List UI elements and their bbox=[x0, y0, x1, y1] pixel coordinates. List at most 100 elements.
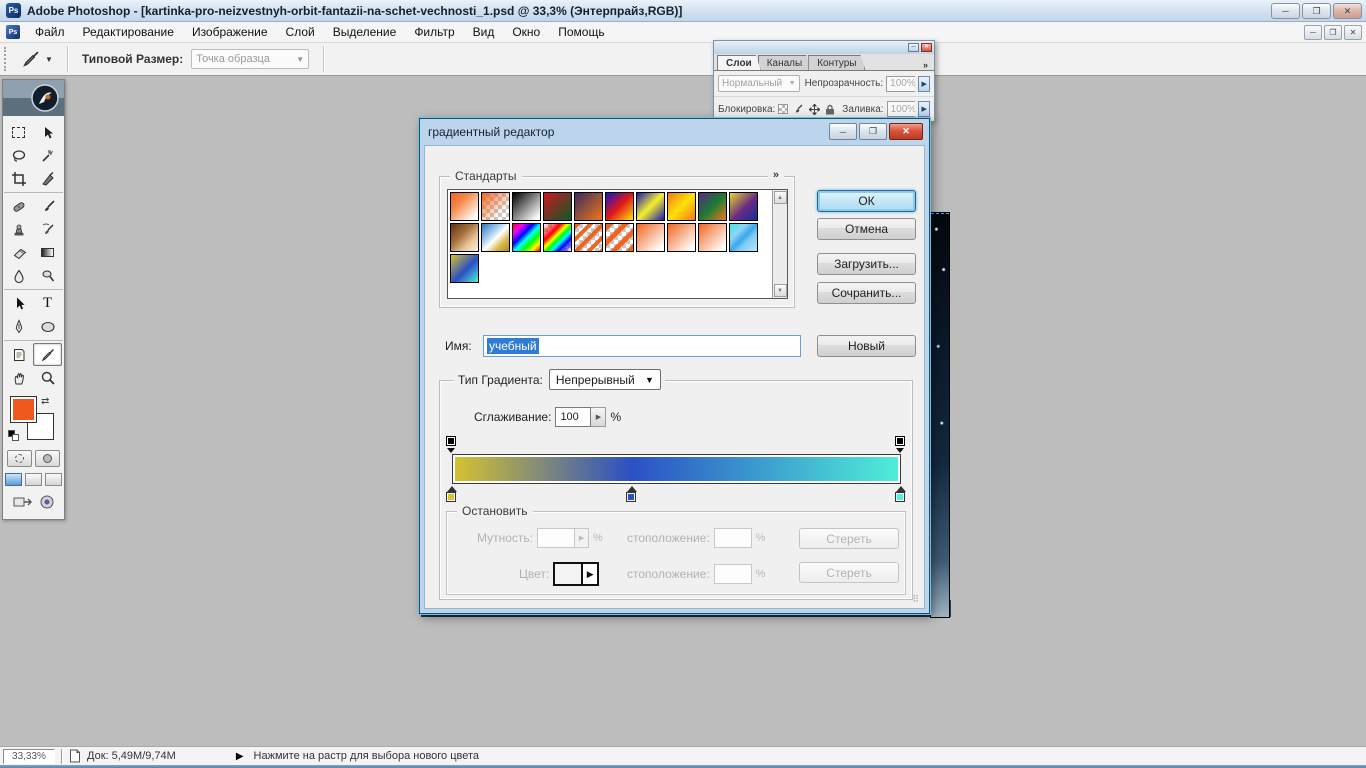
gradient-preset-violet-green-orange[interactable] bbox=[698, 192, 727, 221]
healing-brush-tool[interactable] bbox=[4, 195, 33, 218]
slice-tool[interactable] bbox=[33, 167, 62, 190]
gradient-preset-blue-red-yellow[interactable] bbox=[605, 192, 634, 221]
fullscreen-menubar-mode-button[interactable] bbox=[25, 473, 42, 486]
fullscreen-mode-button[interactable] bbox=[45, 473, 62, 486]
gradient-preset-black-white[interactable] bbox=[512, 192, 541, 221]
gradient-tool[interactable] bbox=[33, 241, 62, 264]
tab-paths[interactable]: Контуры bbox=[808, 55, 865, 70]
menu-item[interactable]: Вид bbox=[464, 23, 504, 41]
gradient-preset-orange-white-3[interactable] bbox=[667, 223, 696, 252]
gradient-type-dropdown[interactable]: Непрерывный ▼ bbox=[548, 369, 661, 390]
preset-scrollbar[interactable]: ▲ ▼ bbox=[772, 190, 787, 298]
clone-stamp-tool[interactable] bbox=[4, 218, 33, 241]
hand-tool[interactable] bbox=[4, 366, 33, 389]
close-button[interactable]: ✕ bbox=[1333, 3, 1362, 19]
gradient-preset-gold-blue-cyan[interactable] bbox=[450, 254, 479, 283]
opacity-stop[interactable] bbox=[446, 436, 457, 453]
blur-tool[interactable] bbox=[4, 264, 33, 287]
zoom-tool[interactable] bbox=[33, 366, 62, 389]
doc-minimize-button[interactable]: ─ bbox=[1304, 25, 1322, 40]
doc-size-info[interactable]: Док: 5,49М/9,74М bbox=[87, 750, 176, 762]
foreground-color-swatch[interactable] bbox=[10, 396, 37, 423]
panel-menu-icon[interactable]: » bbox=[923, 60, 928, 70]
tab-channels[interactable]: Каналы bbox=[758, 55, 812, 70]
sample-size-dropdown[interactable]: Точка образца ▼ bbox=[191, 49, 310, 69]
save-button[interactable]: Сочранить... bbox=[817, 282, 916, 304]
scroll-down-icon[interactable]: ▼ bbox=[773, 284, 787, 297]
standard-screen-mode-button[interactable] bbox=[5, 473, 22, 486]
scroll-up-icon[interactable]: ▲ bbox=[773, 191, 787, 204]
resize-grip-icon[interactable]: ⠿ bbox=[912, 594, 920, 605]
panel-close-button[interactable]: ✕ bbox=[921, 43, 932, 52]
gradient-preset-copper[interactable] bbox=[450, 223, 479, 252]
move-tool[interactable] bbox=[33, 121, 62, 144]
opacity-stop[interactable] bbox=[895, 436, 906, 453]
gradient-preset-blue-cyan-stripes[interactable] bbox=[729, 223, 758, 252]
gradient-preset-blue-yellow-blue[interactable] bbox=[636, 192, 665, 221]
gradient-preset-orange-white[interactable] bbox=[450, 192, 479, 221]
smoothness-input[interactable]: 100 bbox=[555, 407, 592, 427]
gradient-preset-violet-orange[interactable] bbox=[574, 192, 603, 221]
history-brush-tool[interactable] bbox=[33, 218, 62, 241]
menu-item[interactable]: Окно bbox=[503, 23, 549, 41]
lock-all-icon[interactable] bbox=[825, 104, 835, 115]
play-icon[interactable]: ▶ bbox=[236, 751, 244, 762]
lasso-tool[interactable] bbox=[4, 144, 33, 167]
brush-tool[interactable] bbox=[33, 195, 62, 218]
lock-paint-icon[interactable] bbox=[793, 104, 804, 115]
menu-item[interactable]: Изображение bbox=[183, 23, 277, 41]
menu-item[interactable]: Файл bbox=[26, 23, 74, 41]
minimize-button[interactable]: ─ bbox=[1271, 3, 1300, 19]
gradient-preset-yellow-violet-blue[interactable] bbox=[729, 192, 758, 221]
blend-mode-dropdown[interactable]: Нормальный ▼ bbox=[718, 75, 800, 92]
lock-position-icon[interactable] bbox=[809, 103, 821, 115]
menu-item[interactable]: Помощь bbox=[549, 23, 613, 41]
dodge-tool[interactable] bbox=[33, 264, 62, 287]
color-stop[interactable] bbox=[446, 486, 458, 503]
dialog-minimize-button[interactable]: ─ bbox=[829, 123, 857, 140]
zoom-level-input[interactable]: 33,33% bbox=[3, 748, 55, 764]
gradient-preview[interactable] bbox=[452, 454, 901, 484]
notes-tool[interactable] bbox=[4, 343, 33, 366]
restore-button[interactable]: ❐ bbox=[1302, 3, 1331, 19]
opacity-spinner-icon[interactable]: ▶ bbox=[918, 75, 930, 92]
presets-menu-icon[interactable]: » bbox=[767, 169, 784, 181]
swap-colors-icon[interactable]: ⇄ bbox=[41, 396, 49, 407]
color-stop-track[interactable] bbox=[446, 486, 906, 503]
gradient-preset-spectrum[interactable] bbox=[512, 223, 541, 252]
pen-tool[interactable] bbox=[4, 315, 33, 338]
fill-spinner-icon[interactable]: ▶ bbox=[918, 101, 930, 117]
standard-mode-button[interactable] bbox=[7, 450, 32, 467]
lock-transparency-icon[interactable] bbox=[778, 104, 789, 114]
stop-color-swatch[interactable]: ▶ bbox=[553, 562, 600, 586]
tab-layers[interactable]: Слои bbox=[717, 55, 761, 70]
jump-to-imageready-icon[interactable] bbox=[13, 494, 35, 510]
path-selection-tool[interactable] bbox=[4, 292, 33, 315]
menu-item[interactable]: Слой bbox=[277, 23, 324, 41]
gradient-preset-orange-white-4[interactable] bbox=[698, 223, 727, 252]
new-button[interactable]: Новый bbox=[817, 335, 916, 357]
eraser-tool[interactable] bbox=[4, 241, 33, 264]
fill-value[interactable]: 100% bbox=[886, 101, 916, 117]
dialog-restore-button[interactable]: ❐ bbox=[859, 123, 887, 140]
panel-minimize-button[interactable]: ─ bbox=[908, 43, 919, 52]
gradient-preset-orange-transparent[interactable] bbox=[481, 192, 510, 221]
smoothness-spinner-icon[interactable]: ▶ bbox=[591, 407, 607, 427]
menu-item[interactable]: Редактирование bbox=[74, 23, 183, 41]
dialog-close-button[interactable]: ✕ bbox=[889, 123, 923, 140]
gradient-preset-chrome-gold[interactable] bbox=[481, 223, 510, 252]
color-picker-arrow-icon[interactable]: ▶ bbox=[581, 564, 598, 584]
type-tool[interactable]: T bbox=[33, 292, 62, 315]
magic-wand-tool[interactable] bbox=[33, 144, 62, 167]
gradient-preset-orange-white-2[interactable] bbox=[636, 223, 665, 252]
gradient-preset-orange-stripes-wide[interactable] bbox=[605, 223, 634, 252]
ellipse-shape-tool[interactable] bbox=[33, 315, 62, 338]
color-stop[interactable] bbox=[895, 486, 907, 503]
quick-mask-mode-button[interactable] bbox=[35, 450, 60, 467]
crop-tool[interactable] bbox=[4, 167, 33, 190]
menu-item[interactable]: Выделение bbox=[324, 23, 406, 41]
opacity-value[interactable]: 100% bbox=[886, 75, 916, 92]
gradient-preset-orange-yellow-orange[interactable] bbox=[667, 192, 696, 221]
doc-restore-button[interactable]: ❐ bbox=[1324, 25, 1342, 40]
gradient-preset-orange-stripes[interactable] bbox=[574, 223, 603, 252]
